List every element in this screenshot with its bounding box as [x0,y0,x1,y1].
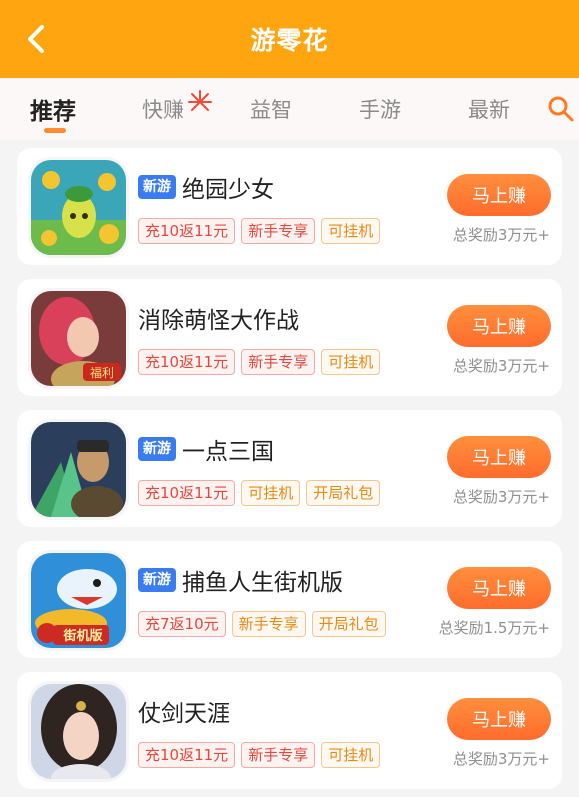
total-reward: 总奖励3万元+ [452,226,550,244]
tag-gift-pack: 开局礼包 [311,611,386,637]
swordswoman-icon [31,684,126,779]
total-reward: 总奖励3万元+ [452,750,550,768]
tag-newbie: 新手专享 [241,349,316,375]
game-card[interactable]: 仗剑天涯 充10返11元 新手专享 可挂机 马上赚 总奖励3万元+ [17,672,562,789]
game-card[interactable]: 新游 一点三国 充10返11元 可挂机 开局礼包 马上赚 总奖励3万元+ [17,410,562,527]
firework-icon [188,90,212,111]
earn-now-button[interactable]: 马上赚 [447,567,551,609]
tag-recharge: 充10返11元 [138,349,236,375]
tag-idle: 可挂机 [321,349,381,375]
tag-gift-pack: 开局礼包 [306,480,381,506]
game-title-row: 新游 一点三国 [138,432,274,466]
tab-mobile-games[interactable]: 手游 [359,94,401,124]
tag-idle: 可挂机 [321,742,381,768]
game-name: 一点三国 [182,439,274,465]
tag-recharge: 充10返11元 [138,742,236,768]
game-name: 仗剑天涯 [138,701,230,727]
flower-sprite-icon [31,160,126,255]
tag-recharge: 充7返10元 [138,611,226,637]
top-bar: 游零花 [0,0,579,78]
tag-idle: 可挂机 [241,480,301,506]
new-game-badge: 新游 [138,568,176,592]
tab-puzzle[interactable]: 益智 [250,94,292,124]
game-title-row: 新游 捕鱼人生街机版 [138,563,343,597]
game-name: 捕鱼人生街机版 [182,570,343,596]
tag-recharge: 充10返11元 [138,218,236,244]
total-reward: 总奖励3万元+ [452,357,550,375]
tag-recharge: 充10返11元 [138,480,236,506]
game-title-row: 新游 绝园少女 [138,170,274,204]
svg-text:街机版: 街机版 [62,628,102,644]
tag-newbie: 新手专享 [241,742,316,768]
game-tags: 充10返11元 新手专享 可挂机 [138,742,381,768]
earn-now-button[interactable]: 马上赚 [447,305,551,347]
total-reward: 总奖励3万元+ [452,488,550,506]
category-tabs: 推荐 快赚 益智 手游 最新 [0,78,579,140]
game-tags: 充7返10元 新手专享 开局礼包 [138,611,386,637]
game-tags: 充10返11元 新手专享 可挂机 [138,218,381,244]
game-title-row: 仗剑天涯 [138,694,230,728]
page-title: 游零花 [250,26,329,55]
game-tags: 充10返11元 可挂机 开局礼包 [138,480,381,506]
tag-newbie: 新手专享 [241,218,316,244]
game-title-row: 消除萌怪大作战 [138,301,299,335]
game-card[interactable]: 新游 绝园少女 充10返11元 新手专享 可挂机 马上赚 总奖励3万元+ [17,148,562,265]
game-name: 消除萌怪大作战 [138,308,299,334]
game-name: 绝园少女 [182,177,274,203]
new-game-badge: 新游 [138,175,176,199]
earn-now-button[interactable]: 马上赚 [447,436,551,478]
search-icon[interactable] [546,94,576,124]
warrior-icon [31,422,126,517]
tag-newbie: 新手专享 [231,611,306,637]
new-game-badge: 新游 [138,437,176,461]
earn-now-button[interactable]: 马上赚 [447,698,551,740]
tag-idle: 可挂机 [321,218,381,244]
elf-girl-icon: 福利 [31,291,126,386]
tab-quick-earn[interactable]: 快赚 [142,94,184,124]
total-reward: 总奖励1.5万元+ [438,619,550,637]
svg-text:福利: 福利 [90,365,114,380]
earn-now-button[interactable]: 马上赚 [447,174,551,216]
game-card[interactable]: 街机版 新游 捕鱼人生街机版 充7返10元 新手专享 开局礼包 马上赚 总奖励1… [17,541,562,658]
fish-arcade-icon: 街机版 [31,553,126,648]
tab-recommend[interactable]: 推荐 [30,92,76,126]
tab-latest[interactable]: 最新 [468,94,510,124]
back-arrow-icon[interactable] [22,22,52,56]
game-tags: 充10返11元 新手专享 可挂机 [138,349,381,375]
game-card[interactable]: 福利 消除萌怪大作战 充10返11元 新手专享 可挂机 马上赚 总奖励3万元+ [17,279,562,396]
active-tab-indicator [44,128,66,133]
